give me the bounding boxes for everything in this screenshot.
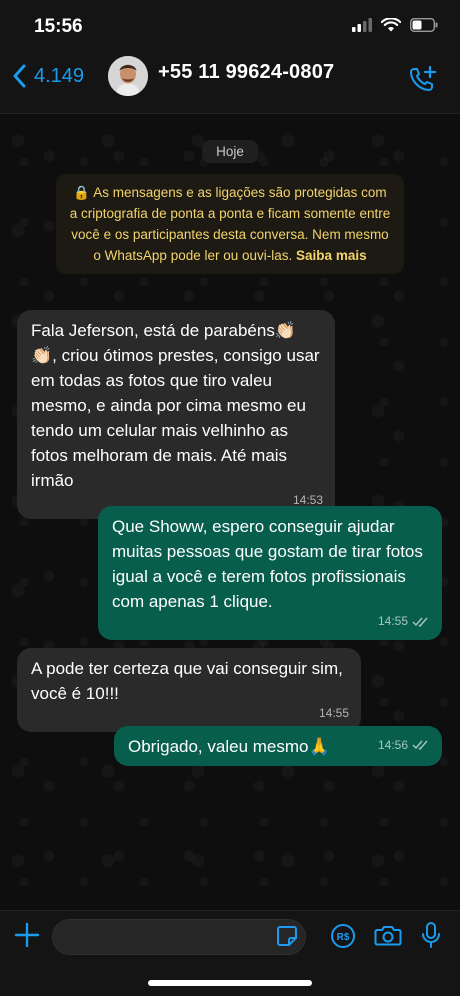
learn-more-link[interactable]: Saiba mais: [296, 248, 367, 263]
avatar[interactable]: [108, 56, 148, 96]
currency-icon: R$: [331, 924, 355, 948]
message-text: A pode ter certeza que vai conseguir sim…: [31, 659, 343, 703]
avatar-image: [108, 56, 148, 96]
chevron-left-icon: [13, 64, 26, 88]
chat-area[interactable]: Hoje 🔒 As mensagens e as ligações são pr…: [0, 114, 460, 910]
camera-button[interactable]: [374, 923, 402, 952]
message-time: 14:56: [377, 738, 408, 752]
message-bubble-incoming[interactable]: A pode ter certeza que vai conseguir sim…: [17, 648, 361, 732]
signal-icon: [352, 18, 372, 32]
lock-icon: 🔒: [73, 185, 91, 200]
unread-count: 4.149: [34, 64, 85, 87]
home-indicator: [148, 980, 312, 986]
attach-button[interactable]: [14, 921, 40, 953]
message-time: 14:55: [318, 706, 349, 720]
microphone-button[interactable]: [420, 921, 442, 954]
camera-icon: [374, 926, 402, 946]
date-chip: Hoje: [202, 140, 258, 163]
message-input[interactable]: [52, 919, 306, 955]
message-bubble-outgoing[interactable]: Obrigado, valeu mesmo🙏 14:56: [114, 726, 442, 766]
microphone-icon: [422, 922, 440, 948]
svg-text:R$: R$: [337, 932, 350, 943]
battery-icon: [410, 18, 438, 32]
message-meta: 14:55: [319, 701, 349, 726]
message-time: 14:55: [377, 614, 408, 628]
status-icons: [352, 18, 438, 32]
sticker-icon: [277, 926, 297, 946]
double-check-icon: [412, 740, 428, 750]
message-meta: 14:55: [378, 609, 430, 634]
payment-button[interactable]: R$: [330, 923, 356, 954]
double-check-icon: [412, 617, 428, 627]
encryption-notice[interactable]: 🔒 As mensagens e as ligações são protegi…: [56, 174, 404, 274]
message-bubble-incoming[interactable]: Fala Jeferson, está de parabéns👏🏻👏🏻, cri…: [17, 310, 335, 519]
message-bubble-outgoing[interactable]: Que Showw, espero conseguir ajudar muita…: [98, 506, 442, 640]
plus-icon: [14, 922, 40, 948]
chat-header: 4.149 +55 11 99624-0807: [0, 50, 460, 114]
message-text: Que Showw, espero conseguir ajudar muita…: [112, 517, 423, 611]
back-button[interactable]: 4.149: [12, 64, 84, 88]
input-bar: R$: [0, 910, 460, 996]
contact-name[interactable]: +55 11 99624-0807: [158, 61, 334, 84]
message-text: Obrigado, valeu mesmo🙏: [128, 737, 330, 756]
wifi-icon: [381, 18, 401, 32]
phone-plus-icon: [410, 65, 437, 91]
add-call-button[interactable]: [408, 64, 438, 99]
message-text: Fala Jeferson, está de parabéns👏🏻👏🏻, cri…: [31, 321, 320, 490]
status-time: 15:56: [34, 16, 83, 37]
sticker-button[interactable]: [276, 925, 298, 952]
message-meta: 14:56: [378, 734, 430, 756]
status-bar: 15:56: [0, 0, 460, 50]
